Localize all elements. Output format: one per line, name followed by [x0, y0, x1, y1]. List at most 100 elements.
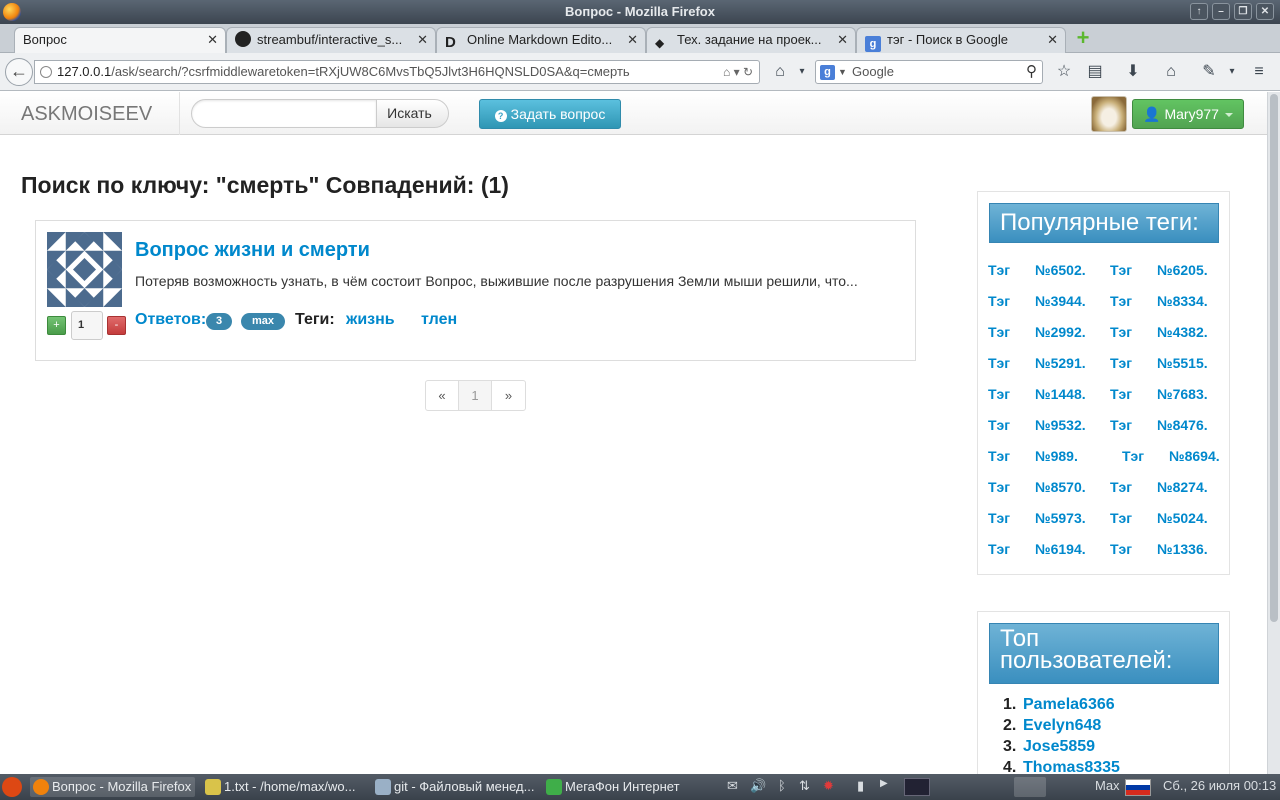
- taskbar-firefox[interactable]: Вопрос - Mozilla Firefox: [30, 777, 196, 797]
- close-tab-icon[interactable]: ✕: [627, 28, 638, 52]
- close-window-button[interactable]: ✕: [1256, 3, 1274, 20]
- popular-tag-link[interactable]: №8570.: [1035, 479, 1086, 495]
- ask-question-button[interactable]: ? Задать вопрос: [479, 99, 621, 129]
- bookmark-star-icon[interactable]: ☆: [1054, 62, 1074, 82]
- maximize-button[interactable]: ❐: [1234, 3, 1252, 20]
- chevron-down-icon[interactable]: ▾: [1222, 62, 1242, 82]
- popular-tag-link[interactable]: №8476.: [1157, 417, 1208, 433]
- popular-tag-link[interactable]: Тэг: [1110, 417, 1132, 433]
- taskbar-text-editor[interactable]: 1.txt - /home/max/wo...: [202, 777, 356, 797]
- popular-tag-link[interactable]: №5291.: [1035, 355, 1086, 371]
- popular-tag-link[interactable]: Тэг: [1110, 293, 1132, 309]
- pagination-prev[interactable]: «: [426, 381, 459, 410]
- bluetooth-icon[interactable]: ᛒ: [778, 778, 786, 793]
- chevron-down-icon[interactable]: ▾: [792, 62, 812, 82]
- tag-link[interactable]: жизнь: [346, 311, 395, 329]
- popular-tag-link[interactable]: Тэг: [988, 541, 1010, 557]
- ubuntu-logo-icon[interactable]: [2, 777, 22, 797]
- pagination-page-current[interactable]: 1: [459, 381, 492, 410]
- question-title-link[interactable]: Вопрос жизни и смерти: [135, 239, 370, 262]
- tab-github[interactable]: streambuf/interactive_s... ✕: [226, 27, 436, 53]
- home-icon[interactable]: ⌂: [1161, 62, 1181, 82]
- popular-tag-link[interactable]: №989.: [1035, 448, 1078, 464]
- top-user-item[interactable]: 3. Jose5859: [1003, 736, 1120, 757]
- tag-link[interactable]: тлен: [421, 311, 457, 329]
- popular-tag-link[interactable]: Тэг: [988, 510, 1010, 526]
- close-tab-icon[interactable]: ✕: [417, 28, 428, 52]
- search-input[interactable]: [191, 99, 377, 128]
- popular-tag-link[interactable]: №1336.: [1157, 541, 1208, 557]
- close-tab-icon[interactable]: ✕: [837, 28, 848, 52]
- user-link[interactable]: Jose5859: [1023, 738, 1095, 755]
- brand-logo[interactable]: ASKMOISEEV: [21, 103, 152, 126]
- close-tab-icon[interactable]: ✕: [1047, 28, 1058, 52]
- workspace-switcher[interactable]: [1014, 777, 1046, 797]
- mail-icon[interactable]: ✉: [727, 778, 738, 794]
- tray-arrow-icon[interactable]: ▶: [880, 778, 888, 789]
- volume-icon[interactable]: 🔊: [750, 778, 766, 794]
- user-menu-button[interactable]: 👤 Mary977: [1132, 99, 1244, 129]
- popular-tag-link[interactable]: Тэг: [988, 479, 1010, 495]
- scrollbar-thumb[interactable]: [1270, 94, 1278, 622]
- tab-google[interactable]: g тэг - Поиск в Google ✕: [856, 27, 1066, 53]
- url-bar-icons[interactable]: ⌂ ▾ ↻: [723, 61, 753, 83]
- popular-tag-link[interactable]: №6205.: [1157, 262, 1208, 278]
- popular-tag-link[interactable]: Тэг: [1110, 479, 1132, 495]
- tab-vopros[interactable]: Вопрос ✕: [14, 27, 226, 54]
- popular-tag-link[interactable]: №5515.: [1157, 355, 1208, 371]
- popular-tag-link[interactable]: №2992.: [1035, 324, 1086, 340]
- popular-tag-link[interactable]: №8274.: [1157, 479, 1208, 495]
- update-icon[interactable]: ✹: [823, 778, 834, 794]
- popular-tag-link[interactable]: №3944.: [1035, 293, 1086, 309]
- user-name[interactable]: Max: [1095, 778, 1120, 793]
- search-button[interactable]: Искать: [376, 99, 449, 128]
- addon-icon[interactable]: ✎: [1199, 62, 1219, 82]
- back-button[interactable]: ←: [5, 58, 33, 86]
- network-icon[interactable]: ⇅: [799, 778, 810, 794]
- tab-markdown[interactable]: D Online Markdown Edito... ✕: [436, 27, 646, 53]
- popular-tag-link[interactable]: Тэг: [988, 448, 1010, 464]
- popular-tag-link[interactable]: №8694.: [1169, 448, 1220, 464]
- taskbar-megafon[interactable]: МегаФон Интернет: [543, 777, 680, 797]
- author-badge[interactable]: max: [241, 313, 285, 330]
- popular-tag-link[interactable]: Тэг: [988, 417, 1010, 433]
- top-user-item[interactable]: 1. Pamela6366: [1003, 694, 1120, 715]
- user-avatar[interactable]: [1091, 96, 1127, 132]
- popular-tag-link[interactable]: Тэг: [1110, 355, 1132, 371]
- vote-down-button[interactable]: -: [107, 316, 126, 335]
- popular-tag-link[interactable]: №6502.: [1035, 262, 1086, 278]
- page-scrollbar[interactable]: [1267, 92, 1280, 774]
- popular-tag-link[interactable]: №9532.: [1035, 417, 1086, 433]
- download-icon[interactable]: ⬇: [1123, 62, 1143, 82]
- scroll-up-icon[interactable]: ↑: [1190, 3, 1208, 20]
- keyboard-layout-flag-icon[interactable]: [1125, 779, 1151, 796]
- popular-tag-link[interactable]: Тэг: [988, 386, 1010, 402]
- top-user-item[interactable]: 2. Evelyn648: [1003, 715, 1120, 736]
- user-link[interactable]: Pamela6366: [1023, 696, 1115, 713]
- popular-tag-link[interactable]: №5973.: [1035, 510, 1086, 526]
- popular-tag-link[interactable]: Тэг: [1110, 324, 1132, 340]
- popular-tag-link[interactable]: №8334.: [1157, 293, 1208, 309]
- answers-link[interactable]: Ответов:: [135, 311, 206, 329]
- popular-tag-link[interactable]: Тэг: [988, 355, 1010, 371]
- search-engine-bar[interactable]: g ▼ Google ⚲: [815, 60, 1043, 84]
- top-user-item[interactable]: 4. Thomas8335: [1003, 757, 1120, 774]
- popular-tag-link[interactable]: Тэг: [1110, 386, 1132, 402]
- user-link[interactable]: Evelyn648: [1023, 717, 1101, 734]
- popular-tag-link[interactable]: Тэг: [1110, 541, 1132, 557]
- popular-tag-link[interactable]: Тэг: [1110, 262, 1132, 278]
- popular-tag-link[interactable]: Тэг: [988, 293, 1010, 309]
- popular-tag-link[interactable]: Тэг: [988, 324, 1010, 340]
- popular-tag-link[interactable]: №5024.: [1157, 510, 1208, 526]
- new-tab-icon[interactable]: +: [1073, 27, 1093, 49]
- bookmarks-list-icon[interactable]: ▤: [1085, 62, 1105, 82]
- popular-tag-link[interactable]: №1448.: [1035, 386, 1086, 402]
- menu-icon[interactable]: ≡: [1249, 62, 1269, 82]
- popular-tag-link[interactable]: №4382.: [1157, 324, 1208, 340]
- minimize-button[interactable]: –: [1212, 3, 1230, 20]
- tab-tz[interactable]: ◆ Тех. задание на проек... ✕: [646, 27, 856, 53]
- taskbar-file-manager[interactable]: git - Файловый менед...: [372, 777, 534, 797]
- magnifier-icon[interactable]: ⚲: [1026, 61, 1037, 83]
- battery-icon[interactable]: ▮: [857, 778, 864, 794]
- popular-tag-link[interactable]: Тэг: [988, 262, 1010, 278]
